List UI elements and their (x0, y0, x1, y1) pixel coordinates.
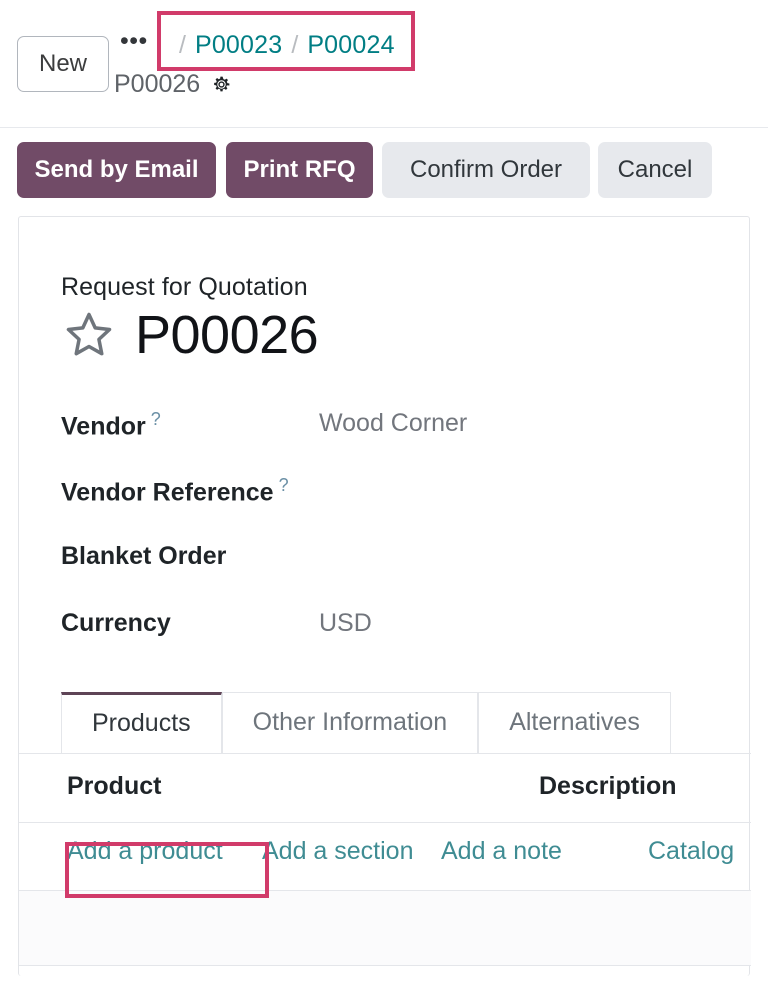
order-lines-header: Product Description (19, 754, 751, 823)
star-outline-icon[interactable] (61, 307, 117, 363)
order-lines-footer-panel (19, 890, 751, 966)
catalog-link[interactable]: Catalog (648, 837, 734, 866)
vendor-tooltip-icon[interactable]: ? (151, 409, 161, 429)
field-value-currency[interactable]: USD (319, 609, 372, 638)
breadcrumb-separator-2: / (291, 30, 299, 59)
notebook-tabs: Products Other Information Alternatives (61, 692, 751, 753)
form-sheet: Request for Quotation P00026 Vendor? Woo… (18, 216, 751, 976)
add-a-product-link[interactable]: Add a product (67, 837, 223, 866)
tab-other-information[interactable]: Other Information (221, 692, 479, 753)
breadcrumb-link-p00024[interactable]: P00024 (307, 31, 394, 60)
column-header-product: Product (67, 772, 162, 800)
breadcrumb-current-record: P00026 (114, 70, 201, 98)
confirm-order-button[interactable]: Confirm Order (382, 142, 590, 198)
field-label-vendor: Vendor? (61, 409, 161, 441)
ellipsis-icon[interactable]: ••• (120, 29, 150, 58)
field-row-vendor-reference: Vendor Reference? (61, 475, 721, 515)
field-label-vendor-reference: Vendor Reference? (61, 475, 289, 507)
field-label-blanket-order: Blanket Order (61, 542, 227, 570)
control-panel: New ••• / P00023 / P00024 P00026 (0, 0, 768, 128)
add-a-section-link[interactable]: Add a section (262, 837, 414, 866)
gear-icon[interactable] (211, 74, 232, 95)
cancel-button[interactable]: Cancel (598, 142, 712, 198)
send-by-email-button[interactable]: Send by Email (17, 142, 216, 198)
form-subtitle: Request for Quotation (61, 273, 308, 301)
field-label-currency: Currency (61, 609, 171, 637)
field-row-currency: Currency USD (61, 609, 721, 649)
tab-alternatives[interactable]: Alternatives (478, 692, 671, 753)
breadcrumb-link-p00023[interactable]: P00023 (195, 31, 282, 60)
add-a-note-link[interactable]: Add a note (441, 837, 562, 866)
tab-products[interactable]: Products (61, 692, 222, 753)
field-value-vendor[interactable]: Wood Corner (319, 409, 467, 438)
odoo-purchase-rfq-form: New ••• / P00023 / P00024 P00026 Send by… (0, 0, 768, 981)
field-row-blanket-order: Blanket Order (61, 542, 721, 582)
page-title: P00026 (135, 305, 319, 365)
field-row-vendor: Vendor? Wood Corner (61, 409, 721, 449)
print-rfq-button[interactable]: Print RFQ (226, 142, 373, 198)
breadcrumb: / P00023 / P00024 (170, 27, 395, 63)
record-title-row: P00026 (61, 305, 319, 365)
status-bar-actions: Send by Email Print RFQ Confirm Order Ca… (0, 129, 768, 212)
vendor-reference-tooltip-icon[interactable]: ? (279, 475, 289, 495)
breadcrumb-current-group: P00026 (114, 70, 232, 99)
column-header-description: Description (539, 772, 677, 800)
order-lines-add-row: Add a product Add a section Add a note C… (19, 823, 751, 890)
breadcrumb-separator-1: / (179, 30, 186, 59)
new-button[interactable]: New (17, 36, 109, 92)
